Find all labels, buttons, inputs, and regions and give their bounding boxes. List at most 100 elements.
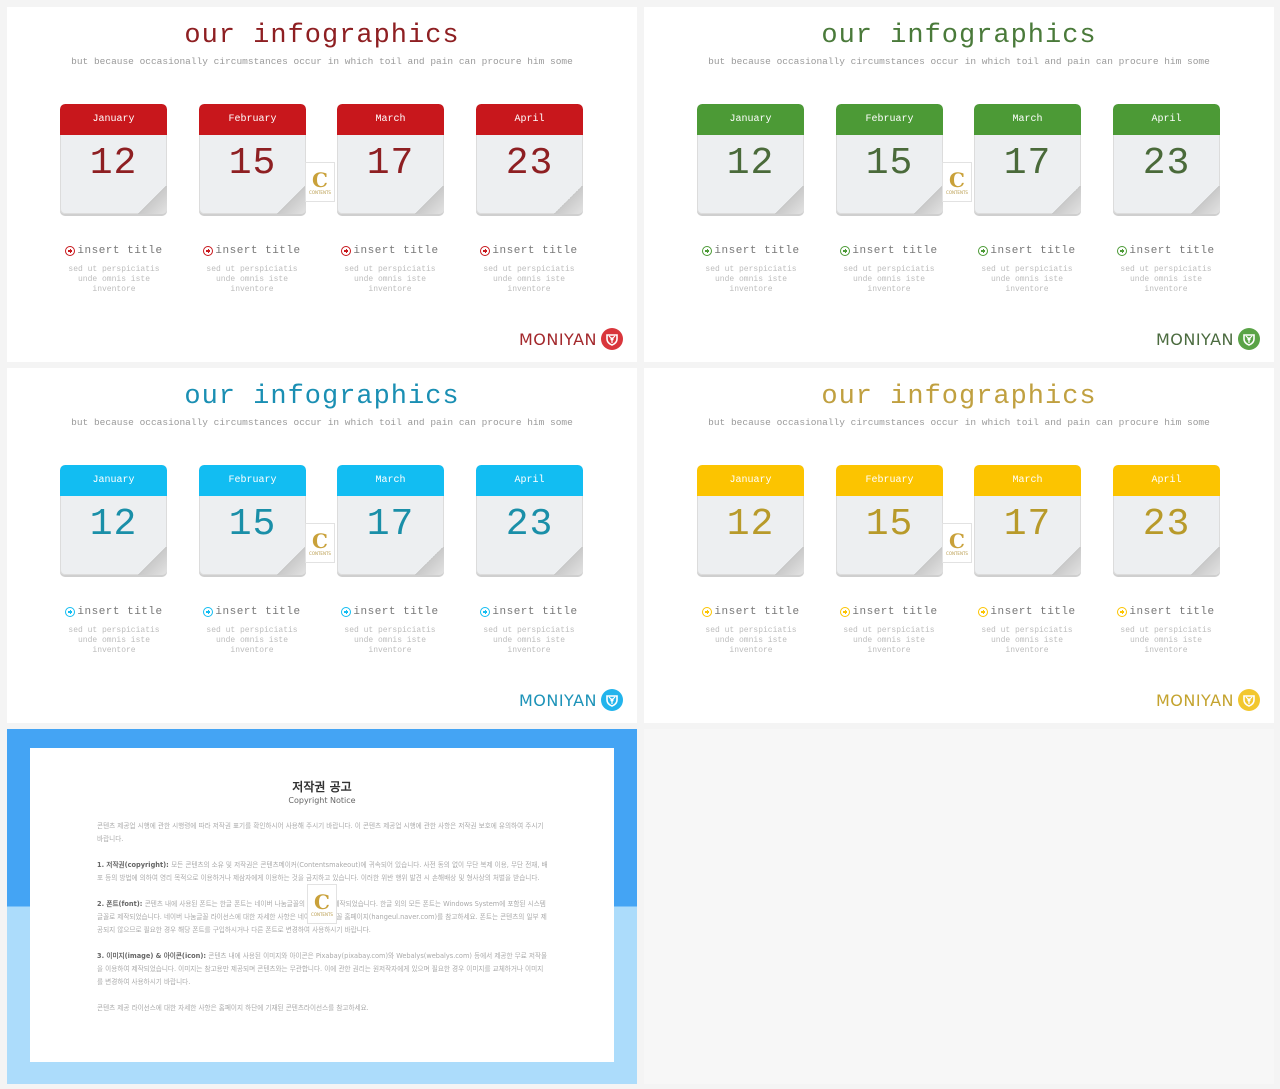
brand-logo: MONIYAN <box>519 328 623 350</box>
info-item: insert title sed ut perspiciatis unde om… <box>325 243 455 295</box>
info-item: insert title sed ut perspiciatis unde om… <box>464 604 594 656</box>
calendar-day: 17 <box>366 142 415 185</box>
calendar-month: April <box>476 104 583 135</box>
calendar-month: February <box>199 465 306 496</box>
watermark-text: CONTENTS <box>946 550 968 556</box>
calendar-card: March 17 <box>337 465 444 575</box>
slide-subtitle: but because occasionally circumstances o… <box>708 417 1210 428</box>
info-item: insert title sed ut perspiciatis unde om… <box>962 243 1092 295</box>
watermark-logo: C CONTENTS <box>307 884 337 924</box>
plus-circle-icon <box>65 607 76 617</box>
calendar-day: 15 <box>228 142 277 185</box>
plus-circle-icon <box>978 246 989 256</box>
brand-logo: MONIYAN <box>519 689 623 711</box>
calendar-day: 12 <box>89 503 138 546</box>
calendar-day: 12 <box>89 142 138 185</box>
info-item-title-text: insert title <box>714 245 800 257</box>
page-curl-icon <box>276 547 306 575</box>
calendar-day: 15 <box>228 503 277 546</box>
slide-title: our infographics <box>821 21 1097 51</box>
info-item-desc: sed ut perspiciatis unde omnis iste inve… <box>705 265 797 294</box>
plus-circle-icon <box>840 246 851 256</box>
calendar-card: April 23 <box>476 104 583 214</box>
calendar-card: February 15 <box>836 465 943 575</box>
notice-card: 저작권 공고 Copyright Notice 콘텐츠 제공업 시행에 관한 시… <box>30 748 614 1062</box>
calendar-month: March <box>337 104 444 135</box>
infographic-slide: our infographics but because occasionally… <box>644 368 1274 723</box>
brand-logo: MONIYAN <box>1156 328 1260 350</box>
calendar-card: March 17 <box>974 104 1081 214</box>
notice-paragraph: 콘텐츠 제공업 시행에 관한 시행령에 따라 저작권 표기를 확인하시어 사용해… <box>97 820 549 846</box>
calendar-month: April <box>1113 104 1220 135</box>
watermark-logo: C CONTENTS <box>305 162 335 202</box>
watermark-letter: C <box>314 889 330 914</box>
info-item-title-text: insert title <box>215 606 301 618</box>
brand-name: MONIYAN <box>1155 329 1234 349</box>
info-item-title: insert title <box>65 606 162 618</box>
page-curl-icon <box>1051 186 1081 214</box>
info-item-desc: sed ut perspiciatis unde omnis iste inve… <box>344 265 436 294</box>
calendar-month: January <box>697 465 804 496</box>
calendar-month: February <box>836 465 943 496</box>
info-item-title-text: insert title <box>77 245 163 257</box>
plus-circle-icon <box>341 246 352 256</box>
plus-circle-icon <box>341 607 352 617</box>
page-curl-icon <box>913 547 943 575</box>
calendar-day: 12 <box>726 142 775 185</box>
info-item-title: insert title <box>341 245 438 257</box>
info-item: insert title sed ut perspiciatis unde om… <box>1101 604 1231 656</box>
info-item-title: insert title <box>840 606 937 618</box>
info-item-title-text: insert title <box>77 606 163 618</box>
calendar-day: 15 <box>865 503 914 546</box>
calendar-day: 23 <box>1142 503 1191 546</box>
calendar-day: 23 <box>1142 142 1191 185</box>
calendar-card: February 15 <box>836 104 943 214</box>
info-item-desc: sed ut perspiciatis unde omnis iste inve… <box>483 265 575 294</box>
watermark-logo: C CONTENTS <box>942 162 972 202</box>
info-item-title: insert title <box>480 245 577 257</box>
info-item-title: insert title <box>1117 606 1214 618</box>
slide-subtitle: but because occasionally circumstances o… <box>71 417 573 428</box>
page-curl-icon <box>276 186 306 214</box>
info-item-title: insert title <box>341 606 438 618</box>
plus-circle-icon <box>480 246 491 256</box>
calendar-day: 15 <box>865 142 914 185</box>
calendar-month: February <box>199 104 306 135</box>
info-item-title: insert title <box>1117 245 1214 257</box>
info-item-desc: sed ut perspiciatis unde omnis iste inve… <box>705 626 797 655</box>
calendar-card: April 23 <box>1113 104 1220 214</box>
info-item: insert title sed ut perspiciatis unde om… <box>824 243 954 295</box>
page-curl-icon <box>1190 186 1220 214</box>
calendar-card: January 12 <box>60 465 167 575</box>
watermark-letter: C <box>949 528 965 553</box>
plus-circle-icon <box>702 607 713 617</box>
info-item: insert title sed ut perspiciatis unde om… <box>686 243 816 295</box>
info-item: insert title sed ut perspiciatis unde om… <box>464 243 594 295</box>
calendar-day: 17 <box>366 503 415 546</box>
info-item-title: insert title <box>480 606 577 618</box>
slide-subtitle: but because occasionally circumstances o… <box>71 56 573 67</box>
watermark-letter: C <box>949 167 965 192</box>
calendar-card: February 15 <box>199 465 306 575</box>
calendar-day: 17 <box>1003 142 1052 185</box>
notice-body: 콘텐츠 제공업 시행에 관한 시행령에 따라 저작권 표기를 확인하시어 사용해… <box>97 820 549 1028</box>
brand-logo: MONIYAN <box>1156 689 1260 711</box>
slide-title: our infographics <box>184 21 460 51</box>
info-item: insert title sed ut perspiciatis unde om… <box>187 604 317 656</box>
brand-shield-icon <box>601 328 623 350</box>
page-curl-icon <box>137 186 167 214</box>
notice-paragraph: 콘텐츠 제공 라이선스에 대한 자세한 사항은 홈페이지 하단에 기재된 콘텐츠… <box>97 1002 549 1015</box>
info-item-title: insert title <box>203 245 300 257</box>
plus-circle-icon <box>203 607 214 617</box>
calendar-month: February <box>836 104 943 135</box>
info-item-desc: sed ut perspiciatis unde omnis iste inve… <box>68 626 160 655</box>
watermark-letter: C <box>312 167 328 192</box>
brand-name: MONIYAN <box>518 690 597 710</box>
calendar-month: March <box>337 465 444 496</box>
plus-circle-icon <box>1117 246 1128 256</box>
info-item-desc: sed ut perspiciatis unde omnis iste inve… <box>1120 265 1212 294</box>
info-item: insert title sed ut perspiciatis unde om… <box>824 604 954 656</box>
info-item: insert title sed ut perspiciatis unde om… <box>49 243 179 295</box>
info-item-title-text: insert title <box>990 245 1076 257</box>
calendar-month: January <box>60 104 167 135</box>
